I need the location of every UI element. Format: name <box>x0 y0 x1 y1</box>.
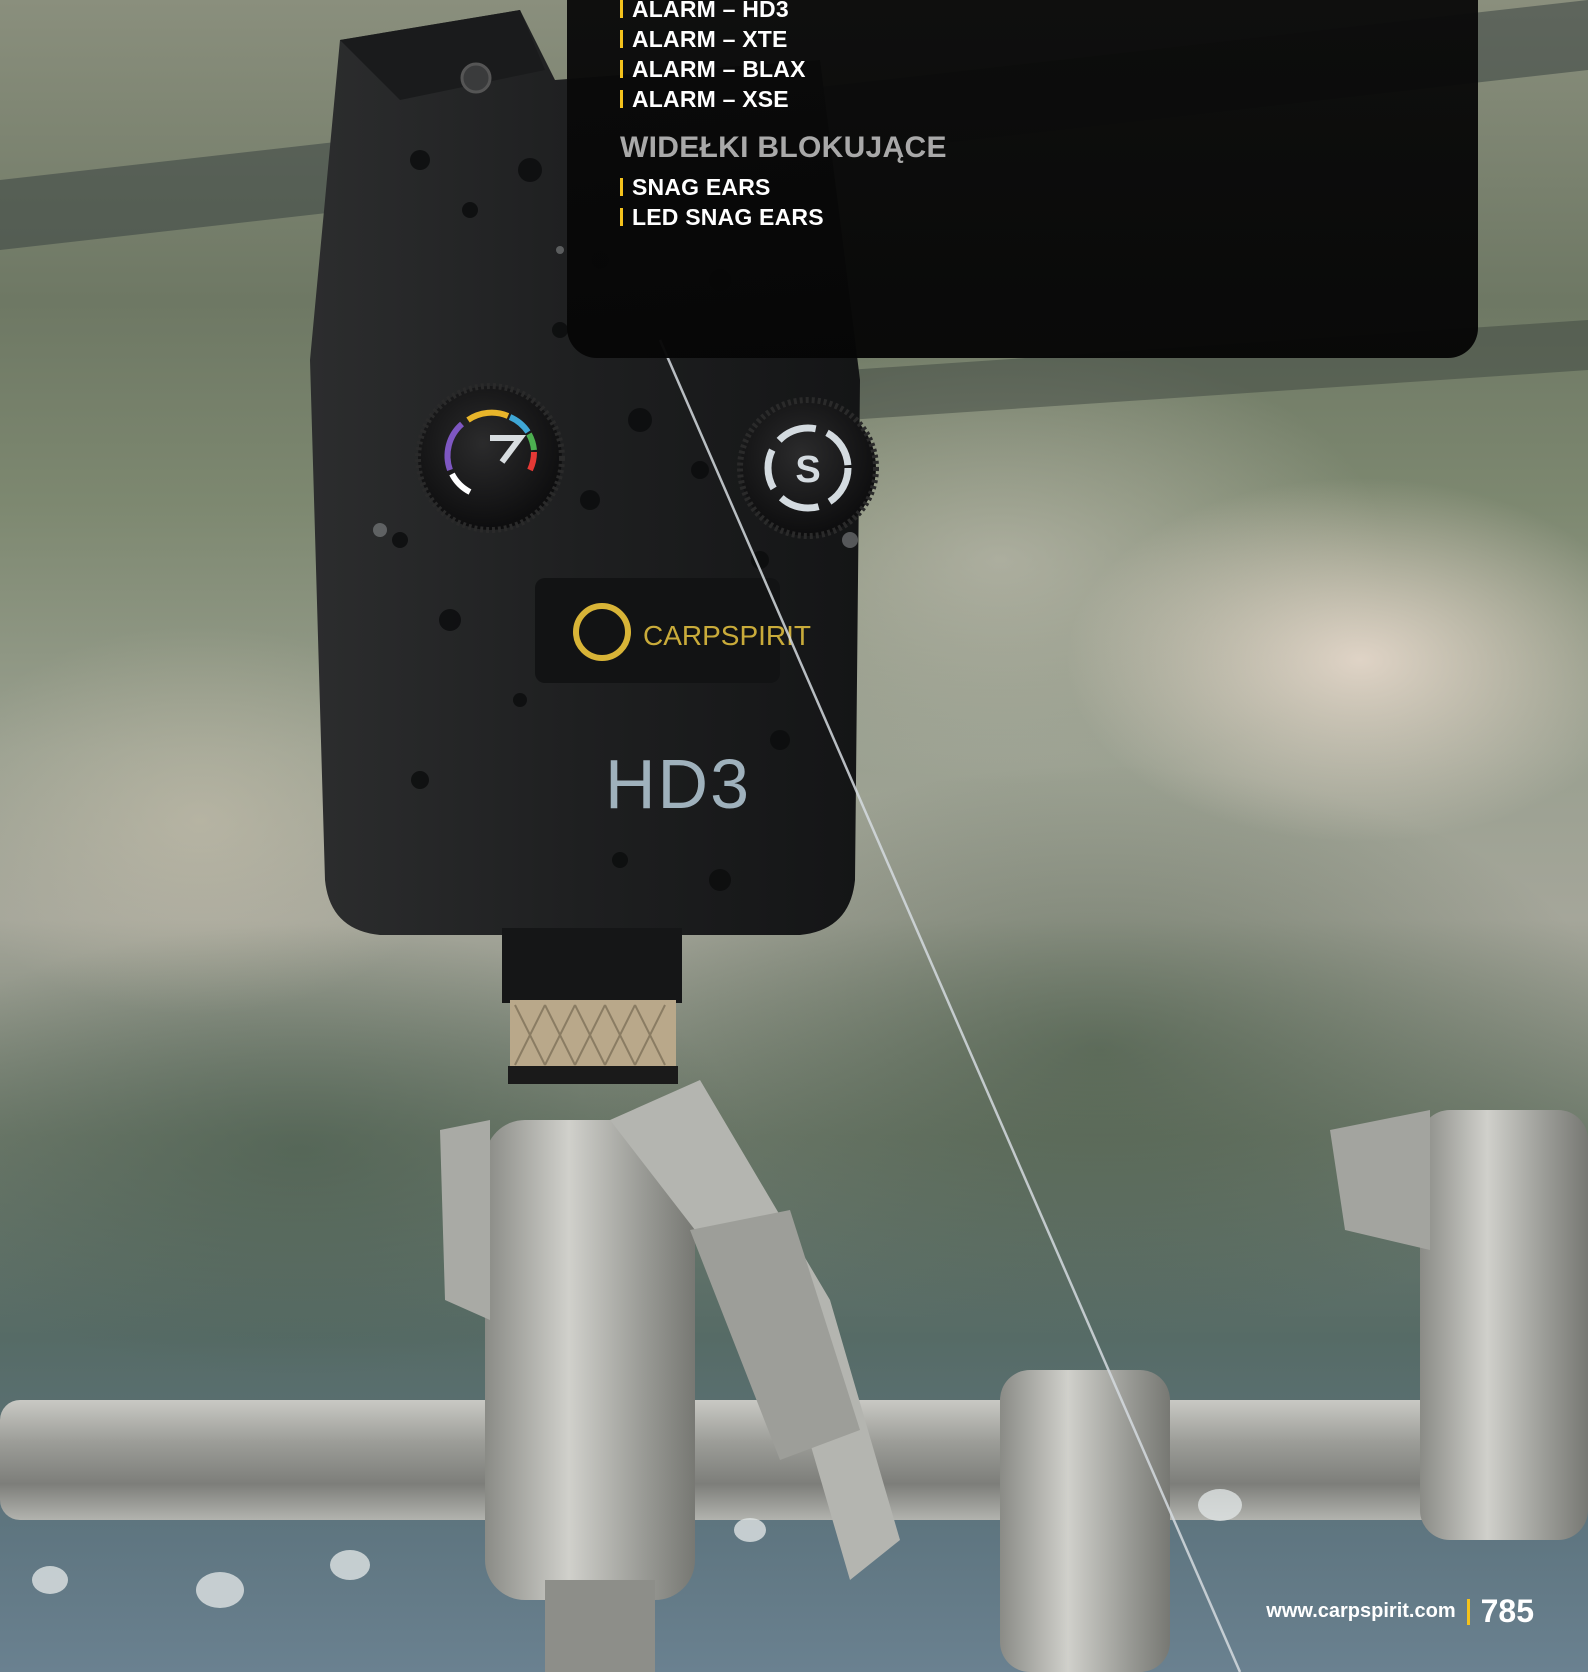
dial-letter: S <box>795 449 820 491</box>
snag-ears-list: SNAG EARS LED SNAG EARS <box>620 172 824 232</box>
list-item: SNAG EARS <box>620 172 824 202</box>
left-dial <box>415 383 565 533</box>
yellow-bullet <box>620 178 623 196</box>
far-right-post <box>1420 1110 1588 1540</box>
center-post <box>485 1120 695 1600</box>
section-title-snag-ears: WIDEŁKI BLOKUJĄCE <box>620 131 947 164</box>
page-number: 785 <box>1480 1593 1534 1629</box>
list-item-label: ALARM – HD3 <box>632 0 789 22</box>
footer-separator <box>1466 1598 1470 1625</box>
right-dial: S <box>737 397 879 539</box>
list-item-label: ALARM – XTE <box>632 25 788 52</box>
website-link[interactable]: www.carpspirit.com <box>1266 1600 1455 1623</box>
brand-text: CARPSPIRIT <box>643 620 811 651</box>
list-item-label: ALARM – XSE <box>632 85 789 112</box>
yellow-bullet <box>620 0 623 18</box>
list-item-label: LED SNAG EARS <box>632 203 824 230</box>
yellow-bullet <box>620 60 623 78</box>
list-item: ALARM – XSE <box>620 84 806 114</box>
list-item: ALARM – BLAX <box>620 54 806 84</box>
list-item: ALARM – HD3 <box>620 0 806 24</box>
alarm-list: ALARM – HD3 ALARM – XTE ALARM – BLAX ALA… <box>620 0 806 114</box>
model-text: HD3 <box>605 745 751 823</box>
yellow-bullet <box>620 208 623 226</box>
right-post <box>1000 1370 1170 1672</box>
yellow-bullet <box>620 90 623 108</box>
page-footer: www.carpspirit.com 785 <box>1266 1593 1534 1630</box>
list-item-label: ALARM – BLAX <box>632 55 806 82</box>
list-item: ALARM – XTE <box>620 24 806 54</box>
list-item: LED SNAG EARS <box>620 202 824 232</box>
yellow-bullet <box>620 30 623 48</box>
list-item-label: SNAG EARS <box>632 173 771 200</box>
